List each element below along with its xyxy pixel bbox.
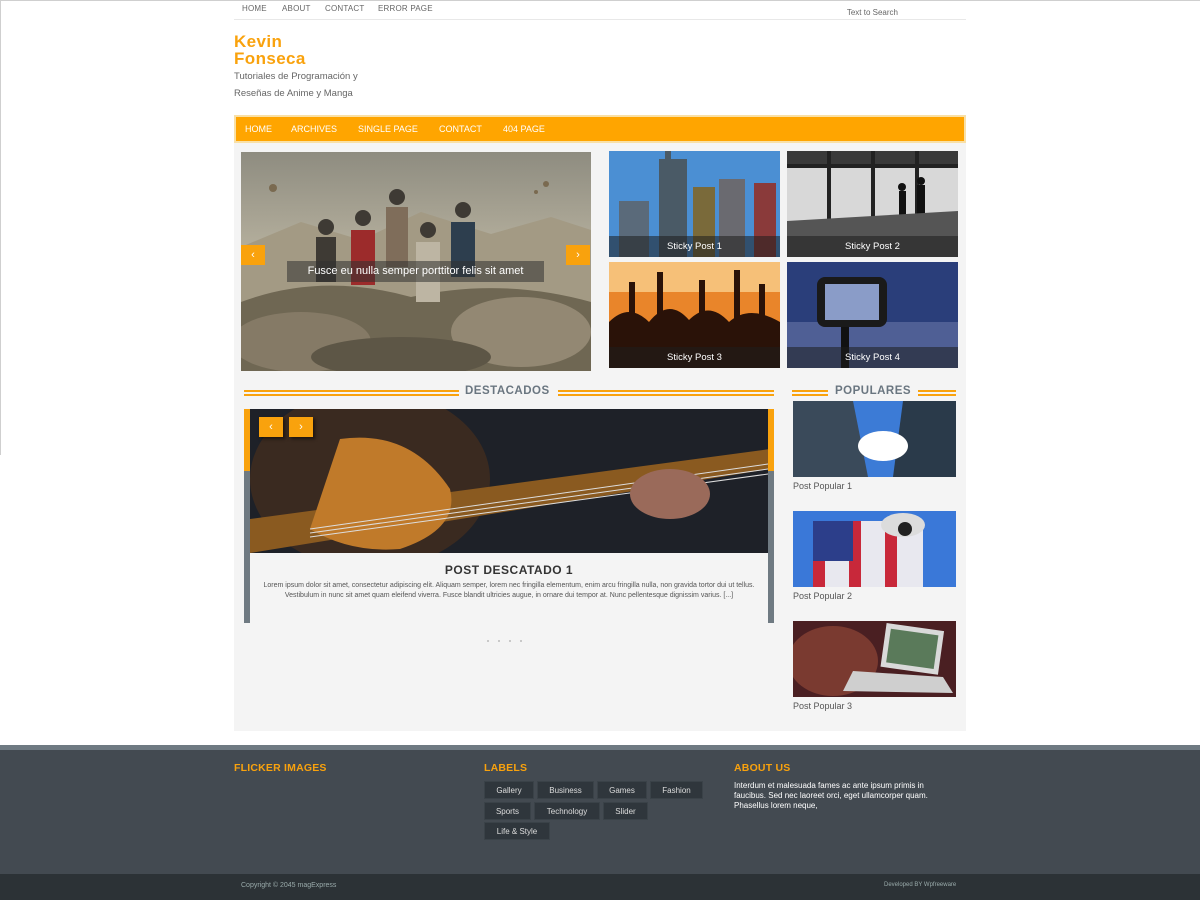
featured-post-image[interactable] — [250, 409, 768, 553]
popular-heading-text: POPULARES — [835, 385, 912, 397]
sticky-post-1[interactable]: Sticky Post 1 — [609, 151, 780, 257]
nav-home[interactable]: HOME — [245, 124, 272, 134]
sticky-post-2-title[interactable]: Sticky Post 2 — [787, 236, 958, 257]
chevron-left-icon: ‹ — [269, 421, 273, 433]
featured-pagination-dots[interactable] — [487, 629, 531, 647]
popular-post-1-title[interactable]: Post Popular 1 — [793, 481, 852, 491]
footer-bottom-bar — [0, 874, 1200, 900]
heading-rule-right — [918, 390, 956, 396]
top-links-bar: HOME ABOUT CONTACT ERROR PAGE Text to Se… — [234, 0, 966, 20]
nav-contact[interactable]: CONTACT — [439, 124, 482, 134]
label-tag-slider[interactable]: Slider — [603, 802, 648, 820]
sticky-post-2[interactable]: Sticky Post 2 — [787, 151, 958, 257]
label-tag-sports[interactable]: Sports — [484, 802, 531, 820]
top-link-about[interactable]: ABOUT — [282, 4, 311, 13]
top-link-contact[interactable]: CONTACT — [325, 4, 364, 13]
popular-post-2-title[interactable]: Post Popular 2 — [793, 591, 852, 601]
sticky-post-3[interactable]: Sticky Post 3 — [609, 262, 780, 368]
site-title[interactable]: Kevin Fonseca — [234, 33, 354, 67]
site-description: Tutoriales de Programación y Reseñas de … — [234, 71, 358, 99]
featured-heading: DESTACADOS — [244, 385, 774, 399]
featured-post-excerpt: Lorem ipsum dolor sit amet, consectetur … — [263, 582, 755, 599]
nav-single-page[interactable]: SINGLE PAGE — [358, 124, 418, 134]
label-tag-life-style[interactable]: Life & Style — [484, 822, 550, 840]
featured-heading-text: DESTACADOS — [465, 385, 550, 397]
search-input[interactable]: Text to Search — [847, 8, 898, 17]
heading-rule-left — [244, 390, 459, 396]
flicker-heading: FLICKER IMAGES — [234, 762, 327, 774]
copyright-text: Copyright © 2045 magExpress — [241, 882, 337, 889]
slider-caption[interactable]: Fusce eu nulla semper porttitor felis si… — [287, 261, 544, 282]
sticky-post-4-title[interactable]: Sticky Post 4 — [787, 347, 958, 368]
featured-post-title[interactable]: POST DESCATADO 1 — [250, 563, 768, 577]
chevron-right-icon: › — [299, 421, 303, 433]
featured-prev-button[interactable]: ‹ — [259, 417, 283, 437]
top-link-error-page[interactable]: ERROR PAGE — [378, 4, 433, 13]
sticky-post-4[interactable]: Sticky Post 4 — [787, 262, 958, 368]
footer — [0, 745, 1200, 874]
heading-rule-right — [558, 390, 774, 396]
slider-next-button[interactable]: › — [566, 245, 590, 265]
label-tag-technology[interactable]: Technology — [534, 802, 600, 820]
about-heading: ABOUT US — [734, 762, 791, 774]
main-nav: HOME ARCHIVES SINGLE PAGE CONTACT 404 PA… — [234, 115, 966, 143]
slider-prev-button[interactable]: ‹ — [241, 245, 265, 265]
labels-heading: LABELS — [484, 762, 528, 774]
nav-404-page[interactable]: 404 PAGE — [503, 124, 545, 134]
popular-heading: POPULARES — [792, 385, 956, 399]
label-tag-gallery[interactable]: Gallery — [484, 781, 534, 799]
sticky-post-1-title[interactable]: Sticky Post 1 — [609, 236, 780, 257]
popular-post-1-image[interactable] — [793, 401, 956, 477]
frame-left-line — [0, 0, 1, 455]
label-tag-games[interactable]: Games — [597, 781, 647, 799]
sticky-post-3-title[interactable]: Sticky Post 3 — [609, 347, 780, 368]
chevron-left-icon: ‹ — [251, 249, 255, 261]
label-tag-fashion[interactable]: Fashion — [650, 781, 703, 799]
heading-rule-left — [792, 390, 828, 396]
featured-next-button[interactable]: › — [289, 417, 313, 437]
chevron-right-icon: › — [576, 249, 580, 261]
nav-archives[interactable]: ARCHIVES — [291, 124, 337, 134]
label-tag-business[interactable]: Business — [537, 781, 594, 799]
about-text: Interdum et malesuada fames ac ante ipsu… — [734, 781, 928, 810]
frame-accent-right — [768, 409, 774, 471]
top-link-home[interactable]: HOME — [242, 4, 267, 13]
developer-credit[interactable]: Developed BY Wpfreeware — [884, 882, 956, 888]
popular-post-3-title[interactable]: Post Popular 3 — [793, 701, 852, 711]
featured-post-body: POST DESCATADO 1 Lorem ipsum dolor sit a… — [250, 553, 768, 623]
popular-post-2-image[interactable] — [793, 511, 956, 587]
popular-post-3-image[interactable] — [793, 621, 956, 697]
